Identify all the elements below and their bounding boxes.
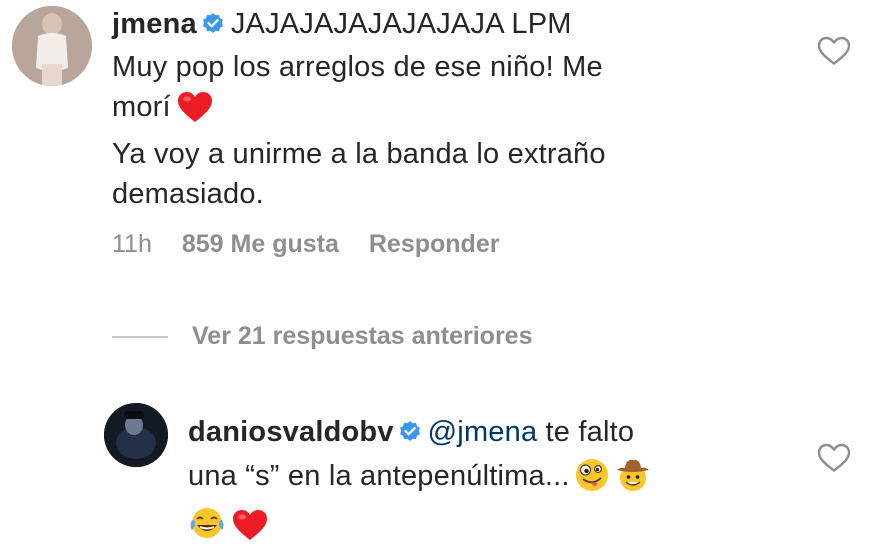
heart-outline-icon[interactable] [817, 443, 851, 473]
red-heart-emoji-icon [177, 91, 213, 134]
comment-text: Ya voy a unirme a la banda lo extraño [112, 138, 606, 170]
view-previous-replies[interactable]: Ver 21 respuestas anteriores [112, 322, 532, 351]
username[interactable]: jmena [112, 8, 197, 40]
heart-outline-icon[interactable] [817, 36, 851, 66]
cowboy-face-emoji-icon [614, 455, 652, 504]
red-heart-emoji-icon [232, 509, 268, 552]
mention-link[interactable]: @jmena [428, 416, 538, 448]
comment-meta: 11h 859 Me gusta Responder [112, 230, 499, 259]
avatar-photo [12, 6, 92, 86]
comment-line: jmena JAJAJAJAJAJAJAJA LPM [112, 4, 772, 47]
like-count[interactable]: 859 Me gusta [182, 230, 339, 259]
verified-badge-icon [201, 7, 225, 47]
comment-text: JAJAJAJAJAJAJAJA LPM [230, 8, 572, 40]
divider [112, 335, 168, 338]
reply-button[interactable]: Responder [369, 230, 500, 259]
avatar[interactable] [104, 403, 168, 467]
comment-text: una “s” en la antepenúltima... [188, 460, 570, 492]
comment-time: 11h [112, 230, 152, 258]
comment-text: Muy pop los arreglos de ese niño! Me [112, 51, 603, 83]
tears-of-joy-emoji-icon [188, 504, 226, 553]
avatar[interactable] [12, 6, 92, 86]
view-replies-label[interactable]: Ver 21 respuestas anteriores [192, 322, 532, 351]
comment-body: jmena JAJAJAJAJAJAJAJA LPM Muy pop los ar… [112, 4, 772, 214]
zany-face-emoji-icon [574, 457, 610, 504]
verified-badge-icon [398, 415, 422, 455]
comment-line [188, 504, 788, 553]
comment-body: daniosvaldobv @jmena te falto una “s” en … [188, 412, 788, 553]
avatar-photo [104, 403, 168, 467]
comment-line: una “s” en la antepenúltima... [188, 455, 788, 504]
comment-text: demasiado. [112, 178, 264, 210]
username[interactable]: daniosvaldobv [188, 416, 394, 448]
comment-text: morí [112, 91, 171, 123]
comment-text: te falto [545, 416, 635, 448]
comment-line: morí [112, 87, 772, 134]
comment-line: daniosvaldobv @jmena te falto [188, 412, 788, 455]
